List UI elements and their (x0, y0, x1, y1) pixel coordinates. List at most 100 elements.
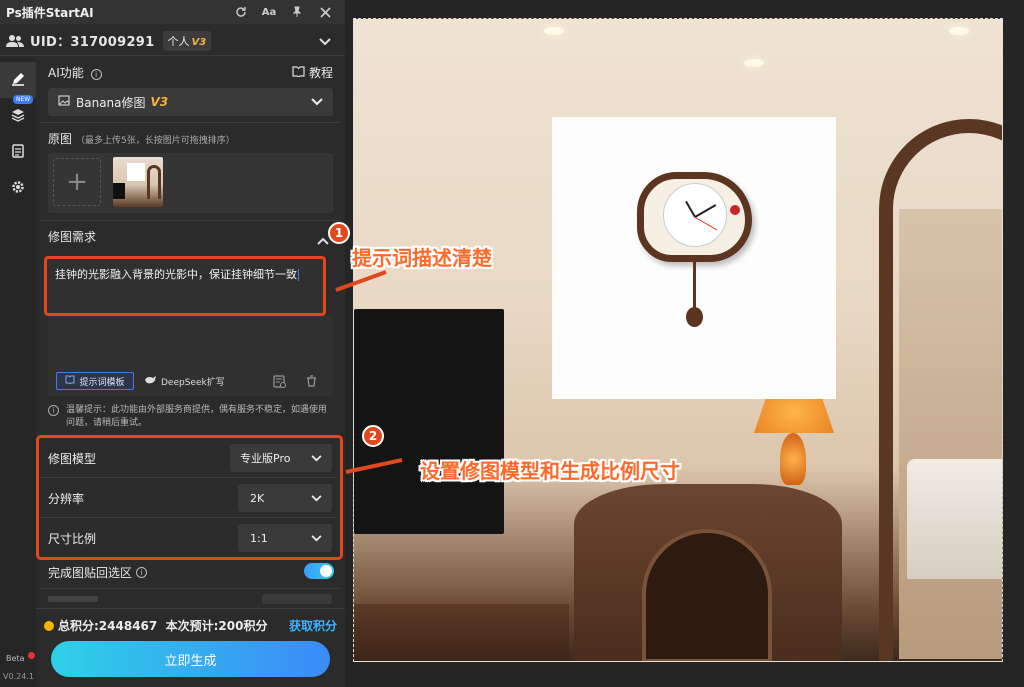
ai-feature-text: AI功能 (48, 66, 84, 80)
info-icon[interactable]: i (90, 69, 102, 80)
layers-icon (11, 107, 25, 126)
ratio-row: 尺寸比例 1:1 (48, 520, 338, 556)
chevron-down-icon (311, 451, 322, 465)
chevron-down-icon[interactable] (319, 31, 331, 50)
clock-decoration (730, 205, 740, 215)
partial-row-select[interactable] (262, 594, 332, 604)
font-size-icon[interactable]: Aa (257, 2, 281, 22)
ratio-label: 尺寸比例 (48, 531, 97, 546)
step-1-badge: 1 (328, 222, 350, 244)
source-thumbnail[interactable] (113, 157, 163, 207)
info-icon: i (48, 405, 59, 416)
model-value: 专业版Pro (240, 452, 291, 465)
model-label: 修图模型 (48, 451, 97, 466)
prompt-text: 挂钟的光影融入背景的光影中，保证挂钟细节一致 (55, 268, 297, 281)
divider (40, 517, 336, 518)
close-icon[interactable] (313, 2, 337, 22)
resolution-value: 2K (250, 491, 265, 505)
nav-settings[interactable] (0, 170, 36, 206)
ai-feature-value: Banana修图 (76, 95, 146, 110)
document-icon (12, 143, 24, 162)
source-hint: （最多上传5张，长按图片可拖拽排序） (76, 136, 235, 146)
info-icon[interactable]: i (136, 567, 148, 578)
ai-feature-select[interactable]: Banana修图 V3 (48, 88, 333, 116)
resolution-select[interactable]: 2K (238, 484, 332, 512)
users-icon (0, 34, 30, 48)
chevron-down-icon (311, 95, 323, 109)
tutorial-link[interactable]: 教程 (292, 64, 333, 81)
arched-doorway (879, 119, 1002, 661)
divider (40, 220, 340, 221)
whale-icon (144, 375, 157, 387)
divider (40, 477, 336, 478)
television (354, 309, 504, 534)
plan-badge: 个人 V3 (162, 30, 212, 51)
beta-text: Beta (6, 654, 25, 663)
cabinet-door (642, 529, 772, 661)
user-uid: UID：317009291 (30, 35, 155, 50)
pin-icon[interactable] (285, 2, 309, 22)
title-bar: Ps插件StartAI Aa (0, 0, 345, 24)
ratio-value: 1:1 (250, 531, 268, 545)
ceiling-light (949, 27, 969, 35)
screenshot-root: Ps插件StartAI Aa UID：317009291 个人 V3 NEW B… (0, 0, 1024, 687)
chevron-down-icon (311, 491, 322, 505)
tutorial-text: 教程 (309, 66, 334, 80)
prompt-input[interactable]: 挂钟的光影融入背景的光影中，保证挂钟细节一致 (44, 256, 326, 316)
paste-back-toggle[interactable] (304, 563, 334, 579)
nav-history[interactable] (0, 134, 36, 170)
coin-icon (44, 620, 54, 631)
canvas-image[interactable] (353, 18, 1003, 662)
divider (40, 122, 340, 123)
main-content: AI功能 i 教程 Banana修图 V3 原图 （最多上传5张，长按图片可拖拽排… (36, 58, 343, 608)
image-edit-icon (58, 95, 70, 109)
user-bar[interactable]: UID：317009291 个人 V3 (0, 26, 345, 56)
ratio-select[interactable]: 1:1 (238, 524, 332, 552)
thumbnail-arch (147, 165, 161, 199)
source-title: 原图 (48, 132, 73, 146)
deepseek-expand-label: DeepSeek扩写 (161, 377, 225, 388)
ai-feature-label: AI功能 i (48, 64, 102, 81)
plan-name: 个人 (167, 34, 190, 48)
paste-back-text: 完成图贴回选区 (48, 566, 133, 580)
trash-icon[interactable] (302, 372, 320, 390)
plus-icon: + (66, 167, 88, 197)
ceiling-light (544, 27, 564, 35)
resolution-row: 分辨率 2K (48, 480, 338, 516)
add-image-button[interactable]: + (53, 158, 101, 206)
text-cursor (298, 269, 299, 281)
photoshop-canvas[interactable] (345, 0, 1024, 687)
new-badge: NEW (13, 95, 34, 104)
prompt-label: 修图需求 (48, 230, 97, 244)
generate-button[interactable]: 立即生成 (51, 641, 330, 677)
app-title: Ps插件StartAI (6, 5, 94, 20)
nav-edit[interactable] (0, 62, 36, 98)
nav-layers[interactable]: NEW (0, 95, 36, 134)
points-text: 总积分:2448467 本次预计:200积分 (58, 619, 268, 633)
save-prompt-icon[interactable] (270, 372, 288, 390)
get-points-link[interactable]: 获取积分 (289, 617, 337, 634)
model-select[interactable]: 专业版Pro (230, 444, 332, 472)
clock-placement[interactable] (552, 117, 836, 399)
source-label: 原图 （最多上传5张，长按图片可拖拽排序） (48, 130, 235, 147)
pencil-icon (11, 71, 25, 90)
thumbnail-tv (113, 183, 125, 199)
divider (40, 588, 340, 589)
step-2-badge: 2 (362, 425, 384, 447)
version-label: V0.24.1 (3, 672, 34, 681)
service-notice: i 温馨提示：此功能由外部服务商提供，偶有服务不稳定，如遇使用问题，请稍后重试。 (48, 404, 333, 430)
thumbnail-clock (127, 163, 145, 181)
deepseek-expand-button[interactable]: DeepSeek扩写 (144, 372, 225, 390)
step-1-note: 提示词描述清楚 (352, 246, 492, 270)
gear-icon (11, 179, 25, 198)
book-open-icon (65, 375, 75, 387)
service-notice-text: 温馨提示：此功能由外部服务商提供，偶有服务不稳定，如遇使用问题，请稍后重试。 (66, 405, 328, 428)
step-2-note: 设置修图模型和生成比例尺寸 (420, 459, 680, 483)
beta-label[interactable]: Beta (6, 652, 35, 663)
plugin-panel: Ps插件StartAI Aa UID：317009291 个人 V3 NEW B… (0, 0, 345, 687)
clock-pendulum-bob (686, 307, 703, 327)
refresh-icon[interactable] (229, 2, 253, 22)
upload-area: + (48, 153, 333, 213)
ai-feature-version: V3 (150, 95, 169, 109)
prompt-template-button[interactable]: 提示词模板 (56, 372, 134, 390)
